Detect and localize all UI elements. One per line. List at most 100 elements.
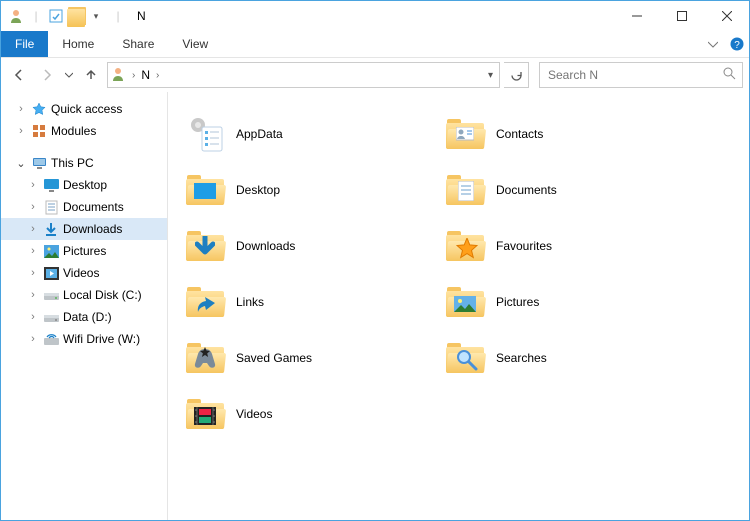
documents-icon: [43, 199, 59, 215]
pictures-folder-icon: [444, 281, 486, 323]
folder-favourites[interactable]: Favourites: [438, 218, 698, 274]
chevron-right-icon[interactable]: ›: [15, 125, 27, 137]
navigation-bar: › N › ▾: [1, 58, 749, 92]
chevron-right-icon[interactable]: ›: [132, 70, 135, 81]
chevron-right-icon[interactable]: ›: [27, 245, 39, 257]
tree-label: Data (D:): [63, 310, 112, 324]
tree-documents[interactable]: › Documents: [1, 196, 167, 218]
properties-icon[interactable]: [47, 7, 65, 25]
tab-share[interactable]: Share: [108, 31, 168, 57]
search-box[interactable]: [539, 62, 743, 88]
recent-dropdown-icon[interactable]: [63, 63, 75, 87]
item-label: Documents: [496, 183, 557, 197]
star-icon: [31, 101, 47, 117]
tree-videos[interactable]: › Videos: [1, 262, 167, 284]
forward-button[interactable]: [35, 63, 59, 87]
tree-wifi-drive-w[interactable]: › Wifi Drive (W:): [1, 328, 167, 350]
chevron-right-icon[interactable]: ›: [15, 103, 27, 115]
folder-contacts[interactable]: Contacts: [438, 106, 698, 162]
folder-videos[interactable]: Videos: [178, 386, 438, 442]
qat-divider: |: [109, 7, 127, 25]
quick-access-toolbar: | ▾ |: [1, 7, 129, 25]
item-label: Searches: [496, 351, 547, 365]
tree-label: Videos: [63, 266, 99, 280]
folder-documents[interactable]: Documents: [438, 162, 698, 218]
address-history-dropdown[interactable]: ▾: [488, 70, 497, 81]
user-icon[interactable]: [7, 7, 25, 25]
tree-label: Pictures: [63, 244, 106, 258]
up-button[interactable]: [79, 63, 103, 87]
close-button[interactable]: [704, 1, 749, 31]
chevron-right-icon[interactable]: ›: [27, 201, 39, 213]
tree-this-pc[interactable]: ⌄ This PC: [1, 152, 167, 174]
tree-label: Downloads: [63, 222, 122, 236]
breadcrumb-root[interactable]: N: [141, 68, 150, 82]
chevron-right-icon[interactable]: ›: [27, 289, 39, 301]
chevron-right-icon[interactable]: ›: [156, 70, 159, 81]
folder-downloads[interactable]: Downloads: [178, 218, 438, 274]
chevron-right-icon[interactable]: ›: [27, 333, 39, 345]
tree-pictures[interactable]: › Pictures: [1, 240, 167, 262]
item-label: Desktop: [236, 183, 280, 197]
qat-dropdown-icon[interactable]: ▾: [87, 7, 105, 25]
desktop-folder-icon: [184, 169, 226, 211]
tree-desktop[interactable]: › Desktop: [1, 174, 167, 196]
folder-appdata[interactable]: AppData: [178, 106, 438, 162]
searches-folder-icon: [444, 337, 486, 379]
ribbon-expand-icon[interactable]: [701, 31, 725, 57]
videos-icon: [43, 265, 59, 281]
item-label: Contacts: [496, 127, 543, 141]
help-icon[interactable]: ?: [725, 31, 749, 57]
tree-modules[interactable]: › Modules: [1, 120, 167, 142]
address-bar[interactable]: › N › ▾: [107, 62, 500, 88]
svg-text:?: ?: [734, 40, 740, 51]
chevron-right-icon[interactable]: ›: [27, 179, 39, 191]
tree-quick-access[interactable]: › Quick access: [1, 98, 167, 120]
back-button[interactable]: [7, 63, 31, 87]
tab-view[interactable]: View: [168, 31, 222, 57]
minimize-button[interactable]: [614, 1, 659, 31]
chevron-down-icon[interactable]: ⌄: [15, 157, 27, 170]
folder-saved-games[interactable]: Saved Games: [178, 330, 438, 386]
tree-local-disk-c[interactable]: › Local Disk (C:): [1, 284, 167, 306]
item-label: Downloads: [236, 239, 295, 253]
maximize-button[interactable]: [659, 1, 704, 31]
title-bar: | ▾ | N: [1, 1, 749, 31]
folder-desktop[interactable]: Desktop: [178, 162, 438, 218]
tree-label: Quick access: [51, 102, 122, 116]
chevron-right-icon[interactable]: ›: [27, 267, 39, 279]
folder-pictures[interactable]: Pictures: [438, 274, 698, 330]
drive-icon: [43, 309, 59, 325]
videos-folder-icon: [184, 393, 226, 435]
links-folder-icon: [184, 281, 226, 323]
chevron-right-icon[interactable]: ›: [27, 311, 39, 323]
content-pane[interactable]: AppData Contacts Desktop: [168, 92, 749, 520]
address-user-icon: [110, 66, 126, 85]
folder-searches[interactable]: Searches: [438, 330, 698, 386]
pictures-icon: [43, 243, 59, 259]
qat-separator: |: [27, 7, 45, 25]
contacts-folder-icon: [444, 113, 486, 155]
desktop-icon: [43, 177, 59, 193]
refresh-button[interactable]: [504, 62, 529, 88]
saved-games-folder-icon: [184, 337, 226, 379]
tree-downloads[interactable]: › Downloads: [1, 218, 167, 240]
tab-home[interactable]: Home: [48, 31, 108, 57]
tree-data-d[interactable]: › Data (D:): [1, 306, 167, 328]
item-label: Saved Games: [236, 351, 312, 365]
item-label: Pictures: [496, 295, 539, 309]
ribbon: File Home Share View ?: [1, 31, 749, 58]
tab-file[interactable]: File: [1, 31, 48, 57]
chevron-right-icon[interactable]: ›: [27, 223, 39, 235]
favourites-folder-icon: [444, 225, 486, 267]
drive-icon: [43, 287, 59, 303]
folder-links[interactable]: Links: [178, 274, 438, 330]
item-label: Links: [236, 295, 264, 309]
downloads-folder-icon: [184, 225, 226, 267]
appdata-icon: [184, 113, 226, 155]
modules-icon: [31, 123, 47, 139]
search-input[interactable]: [546, 67, 736, 83]
tree-label: Wifi Drive (W:): [63, 332, 140, 346]
item-label: Videos: [236, 407, 272, 421]
qat-folder-icon[interactable]: [67, 7, 85, 25]
